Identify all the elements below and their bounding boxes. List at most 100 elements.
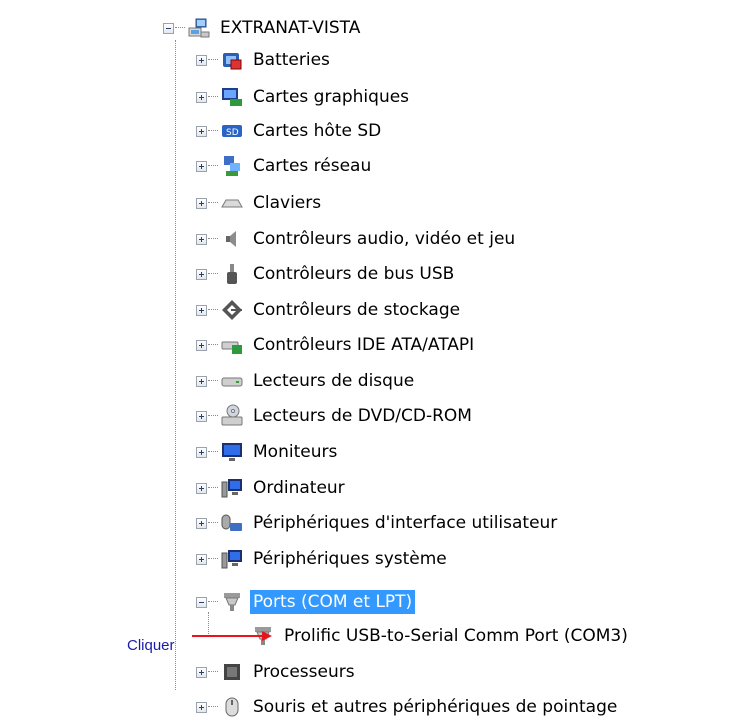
- tree-item-label: Cartes graphiques: [253, 87, 410, 107]
- tree-item-label: Claviers: [253, 193, 322, 213]
- expand-icon[interactable]: [196, 666, 207, 678]
- tree-connector: [208, 273, 218, 275]
- tree-connector: [208, 601, 218, 603]
- tree-item-label: Prolific USB-to-Serial Comm Port (COM3): [284, 626, 628, 646]
- tree-connector: [208, 415, 218, 417]
- tree-connector: [208, 130, 218, 132]
- storage-controller-icon: [220, 298, 244, 322]
- disk-drive-icon: [220, 369, 244, 393]
- computer-network-icon: [187, 16, 211, 40]
- tree-root-label: EXTRANAT-VISTA: [220, 18, 361, 38]
- keyboard-icon: [220, 191, 244, 215]
- tree-connector: [208, 558, 218, 560]
- tree-item-souris[interactable]: Souris et autres périphériques de pointa…: [196, 693, 620, 721]
- tree-item-cartes-hote-sd[interactable]: SD Cartes hôte SD: [196, 117, 384, 145]
- speaker-icon: [220, 227, 244, 251]
- hid-icon: [220, 511, 244, 535]
- tree-root[interactable]: EXTRANAT-VISTA: [163, 14, 363, 42]
- tree-item-label: Souris et autres périphériques de pointa…: [253, 697, 618, 717]
- tree-item-label: Processeurs: [253, 662, 355, 682]
- expand-icon[interactable]: [196, 701, 207, 713]
- tree-connector: [208, 344, 218, 346]
- tree-item-cartes-graphiques[interactable]: Cartes graphiques: [196, 83, 412, 111]
- tree-connector: [208, 380, 218, 382]
- tree-item-controleurs-audio[interactable]: Contrôleurs audio, vidéo et jeu: [196, 225, 518, 253]
- expand-icon[interactable]: [196, 233, 207, 245]
- tree-connector: [208, 522, 218, 524]
- tree-connector: [208, 59, 218, 61]
- tree-item-label: Contrôleurs audio, vidéo et jeu: [253, 229, 516, 249]
- dvd-drive-icon: [220, 404, 244, 428]
- tree-item-label: Ordinateur: [253, 478, 345, 498]
- system-device-icon: [220, 547, 244, 571]
- tree-item-lecteurs-disque[interactable]: Lecteurs de disque: [196, 367, 417, 395]
- device-manager-tree: EXTRANAT-VISTA Batteries Cartes graphiqu…: [0, 0, 754, 724]
- tree-connector: [175, 27, 185, 29]
- expand-icon[interactable]: [196, 268, 207, 280]
- tree-connector: [208, 238, 218, 240]
- annotation-arrow: [192, 631, 272, 641]
- expand-icon[interactable]: [196, 482, 207, 494]
- tree-item-lecteurs-dvd[interactable]: Lecteurs de DVD/CD-ROM: [196, 402, 475, 430]
- collapse-icon[interactable]: [196, 596, 207, 608]
- tree-item-peripheriques-systeme[interactable]: Périphériques système: [196, 545, 450, 573]
- display-adapter-icon: [220, 85, 244, 109]
- tree-item-claviers[interactable]: Claviers: [196, 189, 324, 217]
- tree-connector: [208, 309, 218, 311]
- monitor-icon: [220, 440, 244, 464]
- tree-item-label: Moniteurs: [253, 442, 338, 462]
- tree-item-label-selected: Ports (COM et LPT): [250, 590, 416, 614]
- expand-icon[interactable]: [196, 125, 207, 137]
- tree-item-controleurs-stockage[interactable]: Contrôleurs de stockage: [196, 296, 463, 324]
- tree-connector: [208, 451, 218, 453]
- tree-connector: [208, 671, 218, 673]
- sd-host-icon: SD: [220, 119, 244, 143]
- expand-icon[interactable]: [196, 160, 207, 172]
- tree-item-prolific-com3[interactable]: Prolific USB-to-Serial Comm Port (COM3): [232, 622, 631, 650]
- tree-item-controleurs-usb[interactable]: Contrôleurs de bus USB: [196, 260, 457, 288]
- network-adapter-icon: [220, 154, 244, 178]
- tree-guide-line: [175, 40, 176, 690]
- tree-item-label: Batteries: [253, 50, 330, 70]
- expand-icon[interactable]: [196, 553, 207, 565]
- expand-icon[interactable]: [196, 375, 207, 387]
- tree-item-cartes-reseau[interactable]: Cartes réseau: [196, 152, 374, 180]
- tree-connector: [208, 487, 218, 489]
- tree-item-label: Périphériques d'interface utilisateur: [253, 513, 558, 533]
- tree-connector: [208, 165, 218, 167]
- expand-icon[interactable]: [196, 304, 207, 316]
- tree-connector: [208, 706, 218, 708]
- tree-item-ordinateur[interactable]: Ordinateur: [196, 474, 348, 502]
- expand-icon[interactable]: [196, 446, 207, 458]
- tree-item-peripheriques-interface[interactable]: Périphériques d'interface utilisateur: [196, 509, 560, 537]
- tree-item-batteries[interactable]: Batteries: [196, 46, 333, 74]
- tree-item-label: Contrôleurs de stockage: [253, 300, 461, 320]
- mouse-icon: [220, 695, 244, 719]
- tree-item-label: Lecteurs de DVD/CD-ROM: [253, 406, 472, 426]
- tree-item-controleurs-ide[interactable]: Contrôleurs IDE ATA/ATAPI: [196, 331, 477, 359]
- expand-icon[interactable]: [196, 91, 207, 103]
- tree-item-label: Périphériques système: [253, 549, 447, 569]
- tree-item-label: Cartes réseau: [253, 156, 372, 176]
- tree-item-label: Lecteurs de disque: [253, 371, 415, 391]
- annotation-label: Cliquer: [127, 637, 175, 654]
- expand-icon[interactable]: [196, 517, 207, 529]
- computer-icon: [220, 476, 244, 500]
- tree-connector: [208, 202, 218, 204]
- tree-item-processeurs[interactable]: Processeurs: [196, 658, 358, 686]
- tree-item-label: Cartes hôte SD: [253, 121, 382, 141]
- expand-icon[interactable]: [196, 339, 207, 351]
- port-icon: [220, 590, 244, 614]
- tree-item-label: Contrôleurs de bus USB: [253, 264, 455, 284]
- svg-text:SD: SD: [226, 128, 239, 138]
- collapse-icon[interactable]: [163, 22, 174, 34]
- battery-icon: [220, 48, 244, 72]
- ide-controller-icon: [220, 333, 244, 357]
- tree-item-label: Contrôleurs IDE ATA/ATAPI: [253, 335, 475, 355]
- tree-item-ports[interactable]: Ports (COM et LPT): [196, 588, 416, 616]
- expand-icon[interactable]: [196, 54, 207, 66]
- tree-item-moniteurs[interactable]: Moniteurs: [196, 438, 340, 466]
- expand-icon[interactable]: [196, 197, 207, 209]
- processor-icon: [220, 660, 244, 684]
- expand-icon[interactable]: [196, 410, 207, 422]
